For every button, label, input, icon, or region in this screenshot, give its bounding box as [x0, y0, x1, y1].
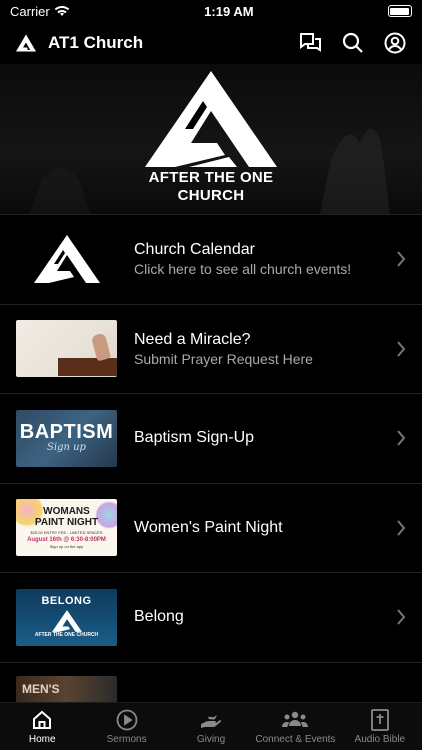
hero-name-line2: CHURCH [177, 187, 245, 204]
paint-thumb-line1: WOMANS [43, 505, 90, 517]
tab-connect-events[interactable]: Connect & Events [253, 703, 337, 750]
list-item-text: Need a Miracle? Submit Prayer Request He… [134, 330, 379, 368]
list-item-subtitle: Click here to see all church events! [134, 261, 352, 278]
list-item-mens-partial-thumbnail[interactable]: MEN'S [16, 676, 117, 703]
paint-night-thumbnail: WOMANS PAINT NIGHT $25.00 ENTRY FEE - LI… [16, 499, 117, 557]
tab-audio-bible[interactable]: Audio Bible [338, 703, 422, 750]
hero-name-line1: AFTER THE ONE [148, 169, 274, 186]
belong-thumbnail: BELONG AFTER THE ONE CHURCH [16, 588, 117, 646]
after-the-one-logo [145, 71, 277, 167]
paint-thumb-line2: PAINT NIGHT [34, 516, 99, 528]
status-left: Carrier [10, 4, 70, 19]
brand: AT1 Church [16, 33, 143, 53]
phone-screen: Carrier 1:19 AM AT1 Church AFTER THE ONE… [0, 0, 422, 750]
list-item-subtitle: Submit Prayer Request Here [134, 350, 313, 367]
content-list: Church Calendar Click here to see all ch… [0, 214, 422, 663]
giving-hand-icon [201, 714, 222, 728]
tab-home[interactable]: Home [0, 703, 84, 750]
list-item-text: Belong [134, 607, 379, 627]
belong-thumb-caption: AFTER THE ONE CHURCH [34, 632, 99, 639]
church-logo-icon [16, 34, 36, 52]
church-logo-icon [33, 235, 100, 284]
chevron-right-icon [397, 609, 406, 625]
profile-icon[interactable] [384, 32, 406, 54]
list-item-title: Need a Miracle? [134, 330, 251, 348]
thumb-table [58, 358, 117, 377]
list-item-baptism-sign-up[interactable]: BAPTISM Sign up Baptism Sign-Up [0, 394, 422, 484]
battery-icon [387, 5, 412, 17]
chevron-right-icon [397, 430, 406, 446]
hero-church-name: AFTER THE ONE CHURCH [149, 169, 274, 205]
belong-thumb-title: BELONG [41, 595, 92, 608]
list-item-belong[interactable]: BELONG AFTER THE ONE CHURCH Belong [0, 573, 422, 663]
church-logo-icon [51, 610, 82, 633]
chevron-right-icon [397, 520, 406, 536]
baptism-thumb-sub: Sign up [47, 442, 86, 454]
list-item-text: Women's Paint Night [134, 518, 379, 538]
status-bar: Carrier 1:19 AM [0, 0, 422, 22]
bottom-tab-bar: Home Sermons Giving Connect & Events Aud… [0, 702, 422, 750]
hero-banner[interactable]: AFTER THE ONE CHURCH [0, 64, 422, 214]
status-time: 1:19 AM [204, 3, 254, 19]
list-item-title: Baptism Sign-Up [134, 429, 255, 447]
mens-thumb-text: MEN'S [22, 682, 60, 696]
chevron-right-icon [397, 251, 406, 267]
prayer-thumbnail [16, 320, 117, 378]
baptism-thumbnail: BAPTISM Sign up [16, 409, 117, 467]
carrier-label: Carrier [10, 3, 50, 19]
tab-label: Sermons [106, 733, 147, 745]
app-title: AT1 Church [48, 33, 144, 52]
list-item-womens-paint-night[interactable]: WOMANS PAINT NIGHT $25.00 ENTRY FEE - LI… [0, 484, 422, 573]
list-item-need-a-miracle[interactable]: Need a Miracle? Submit Prayer Request He… [0, 305, 422, 394]
list-item-title: Women's Paint Night [134, 518, 283, 536]
chevron-right-icon [397, 341, 406, 357]
chat-icon[interactable] [298, 32, 322, 54]
tab-label: Connect & Events [255, 733, 336, 745]
navbar-actions [298, 32, 406, 54]
bible-icon [370, 708, 389, 731]
list-item-title: Church Calendar [134, 241, 255, 259]
people-icon [282, 711, 309, 727]
top-navigation-bar: AT1 Church [0, 22, 422, 64]
baptism-thumb-title: BAPTISM [19, 421, 114, 444]
calendar-thumbnail [16, 230, 117, 288]
paint-thumb-line5: Sign up on the app [49, 543, 84, 549]
list-item-title: Belong [134, 608, 184, 626]
play-icon [116, 709, 138, 730]
tab-giving[interactable]: Giving [169, 703, 253, 750]
search-icon[interactable] [342, 32, 364, 54]
wifi-icon [54, 6, 70, 16]
list-item-church-calendar[interactable]: Church Calendar Click here to see all ch… [0, 215, 422, 305]
list-item-text: Church Calendar Click here to see all ch… [134, 240, 379, 278]
paint-splash-2 [95, 501, 117, 530]
tab-label: Giving [196, 733, 226, 745]
paint-thumb-line4: August 16th @ 6:30-8:00PM [27, 536, 106, 543]
home-icon [33, 710, 52, 729]
list-item-text: Baptism Sign-Up [134, 428, 379, 448]
tab-label: Audio Bible [354, 733, 406, 745]
tab-sermons[interactable]: Sermons [84, 703, 168, 750]
tab-label: Home [28, 733, 56, 745]
